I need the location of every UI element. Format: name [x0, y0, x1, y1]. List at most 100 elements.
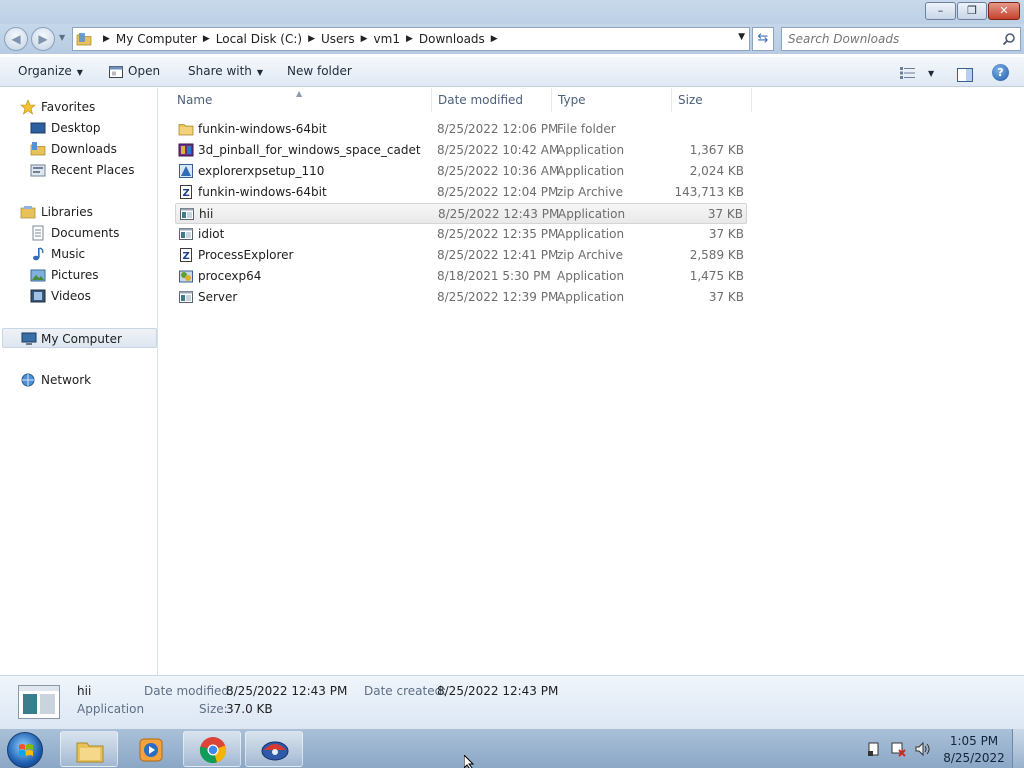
nav-music[interactable]: Music — [30, 244, 155, 264]
organize-button[interactable]: Organize ▼ — [18, 57, 83, 87]
show-desktop-button[interactable] — [1012, 729, 1024, 768]
zip-icon: Z — [180, 185, 192, 199]
recent-places-icon — [30, 164, 46, 177]
action-center-icon[interactable] — [866, 741, 882, 757]
recent-pages-dropdown[interactable]: ▼ — [59, 33, 65, 42]
nav-network[interactable]: Network — [20, 370, 150, 390]
file-name[interactable]: idiot — [198, 224, 224, 245]
file-row[interactable]: explorerxpsetup_110 8/25/2022 10:36 AM App… — [175, 161, 747, 182]
file-type: Application — [557, 143, 625, 157]
nav-my-computer[interactable]: My Computer — [2, 328, 157, 348]
file-row[interactable]: funkin-windows-64bit 8/25/2022 12:06 PM Fi… — [175, 119, 747, 140]
file-row[interactable]: Server 8/25/2022 12:39 PM Application 37 KB — [175, 287, 747, 308]
zip-icon: Z — [180, 248, 192, 262]
file-size: 2,589 KB — [689, 248, 744, 262]
nav-favorites[interactable]: Favorites — [20, 97, 150, 117]
organize-label: Organize — [18, 64, 72, 78]
preview-pane-button[interactable] — [957, 64, 973, 82]
file-row[interactable]: idiot 8/25/2022 12:35 PM Application 37 KB — [175, 224, 747, 245]
file-row[interactable]: Z ProcessExplorer 8/25/2022 12:41 PM zip Ar… — [175, 245, 747, 266]
breadcrumb-item[interactable]: Downloads — [419, 32, 485, 46]
breadcrumb-separator-icon[interactable]: ▶ — [406, 34, 413, 44]
breadcrumb-separator-icon[interactable]: ▶ — [491, 34, 498, 44]
nav-videos[interactable]: Videos — [30, 286, 155, 306]
change-view-button[interactable]: ▼ — [900, 64, 934, 80]
nav-downloads-label: Downloads — [51, 142, 117, 156]
search-icon[interactable] — [1002, 32, 1016, 46]
star-icon — [20, 99, 36, 115]
file-date-modified: 8/25/2022 12:06 PM — [437, 122, 559, 136]
file-name[interactable]: hii — [199, 204, 213, 225]
breadcrumb-separator-icon[interactable]: ▶ — [361, 34, 368, 44]
back-button[interactable]: ◀ — [4, 27, 28, 51]
nav-desktop[interactable]: Desktop — [30, 118, 155, 138]
column-header-date-modified[interactable]: Date modified — [432, 88, 552, 112]
taskbar-pinball[interactable] — [245, 731, 303, 767]
open-label: Open — [128, 64, 161, 78]
breadcrumb-item[interactable]: My Computer — [116, 32, 197, 46]
folder-icon — [178, 124, 194, 136]
column-size-label: Size — [678, 93, 703, 107]
taskbar-explorer[interactable] — [60, 731, 118, 767]
help-button[interactable]: ? — [992, 64, 1009, 81]
file-name[interactable]: funkin-windows-64bit — [198, 182, 327, 203]
minimize-button[interactable]: – — [925, 2, 956, 20]
file-name[interactable]: explorerxpsetup_110 — [198, 161, 324, 182]
close-button[interactable]: ✕ — [988, 2, 1020, 20]
file-row[interactable]: hii 8/25/2022 12:43 PM Application 37 KB — [175, 203, 747, 224]
file-date-modified: 8/25/2022 12:39 PM — [437, 290, 559, 304]
refresh-button[interactable]: ⇆ — [752, 27, 774, 51]
network-status-icon[interactable] — [890, 741, 906, 757]
breadcrumb-item[interactable]: Users — [321, 32, 355, 46]
share-with-button[interactable]: Share with ▼ — [188, 57, 263, 87]
downloads-folder-icon — [30, 142, 46, 156]
details-view-icon — [900, 66, 915, 79]
column-header-type[interactable]: Type — [552, 88, 672, 112]
breadcrumb-separator-icon[interactable]: ▶ — [308, 34, 315, 44]
pinball-icon — [261, 741, 289, 761]
column-header-name[interactable]: Name ▲ — [159, 88, 432, 112]
nav-recent-places[interactable]: Recent Places — [30, 160, 155, 180]
column-header-size[interactable]: Size — [672, 88, 752, 112]
breadcrumb-separator-icon[interactable]: ▶ — [103, 34, 110, 44]
nav-downloads[interactable]: Downloads — [30, 139, 155, 159]
file-size: 37 KB — [708, 227, 744, 241]
address-bar[interactable]: ▶ My Computer ▶ Local Disk (C:) ▶ Users ▶ vm1 ▶ D… — [72, 27, 750, 51]
taskbar-media-player[interactable] — [121, 731, 179, 767]
search-box[interactable] — [781, 27, 1021, 51]
breadcrumb-item[interactable]: Local Disk (C:) — [216, 32, 302, 46]
breadcrumb-separator-icon[interactable]: ▶ — [203, 34, 210, 44]
clock-date[interactable]: 8/25/2022 — [940, 751, 1008, 765]
videos-icon — [30, 289, 46, 303]
forward-arrow-icon: ▶ — [38, 32, 48, 46]
file-row[interactable]: Zfunkin-windows-64bit 8/25/2022 12:04 PM z… — [175, 182, 747, 203]
file-name[interactable]: procexp64 — [198, 266, 261, 287]
file-name[interactable]: Server — [198, 287, 237, 308]
file-name[interactable]: 3d_pinball_for_windows_space_cadet — [198, 140, 421, 161]
start-button[interactable] — [7, 732, 43, 768]
address-history-dropdown[interactable]: ▼ — [738, 32, 745, 42]
file-name[interactable]: ProcessExplorer — [198, 245, 293, 266]
nav-network-label: Network — [41, 373, 92, 387]
forward-button[interactable]: ▶ — [31, 27, 55, 51]
open-button[interactable]: Open — [108, 57, 160, 87]
file-size: 37 KB — [707, 207, 743, 221]
maximize-button[interactable]: ❐ — [957, 2, 987, 20]
nav-libraries[interactable]: Libraries — [20, 202, 150, 222]
nav-pictures[interactable]: Pictures — [30, 265, 155, 285]
nav-documents[interactable]: Documents — [30, 223, 155, 243]
search-input[interactable] — [788, 31, 988, 47]
breadcrumb-item[interactable]: vm1 — [374, 32, 400, 46]
taskbar-chrome[interactable] — [183, 731, 241, 767]
detail-date-modified: 8/25/2022 12:43 PM — [226, 684, 348, 698]
svg-text:Z: Z — [183, 188, 190, 199]
file-row[interactable]: 3d_pinball_for_windows_space_cadet 8/25/2… — [175, 140, 747, 161]
application-icon — [179, 291, 193, 303]
clock-time[interactable]: 1:05 PM — [944, 734, 1004, 748]
volume-icon[interactable] — [914, 741, 930, 757]
nav-music-label: Music — [51, 247, 86, 261]
chevron-down-icon: ▼ — [256, 68, 264, 77]
file-name[interactable]: funkin-windows-64bit — [198, 119, 327, 140]
file-row[interactable]: procexp64 8/18/2021 5:30 PM Application 1,4… — [175, 266, 747, 287]
desktop-icon — [30, 122, 46, 134]
